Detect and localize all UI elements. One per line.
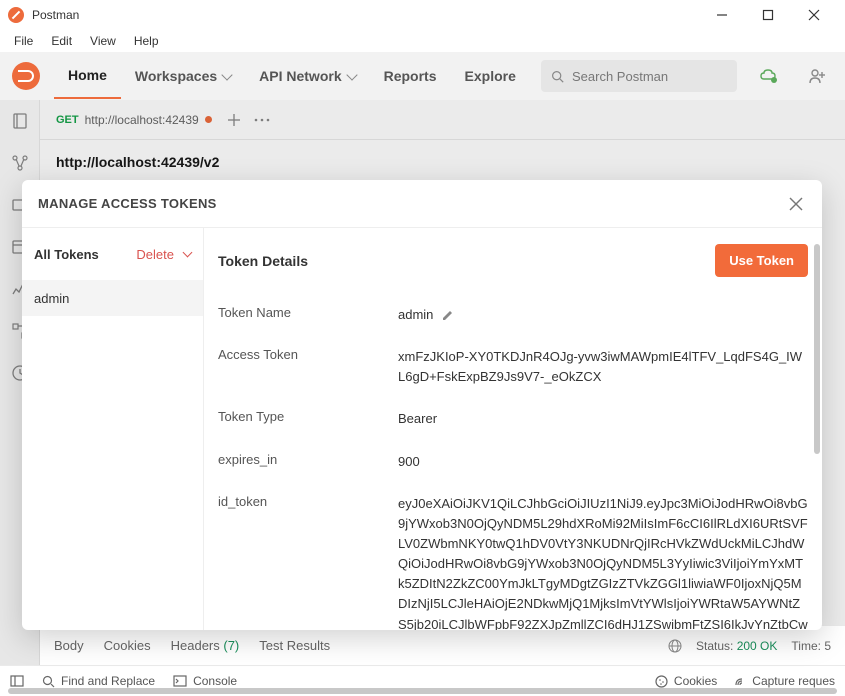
close-icon bbox=[789, 197, 803, 211]
id-token-row: id_token eyJ0eXAiOiJKV1QiLCJhbGciOiJIUzI… bbox=[218, 494, 808, 630]
all-tokens-label: All Tokens bbox=[34, 247, 99, 262]
menubar: File Edit View Help bbox=[0, 30, 845, 52]
expires-in-row: expires_in 900 bbox=[218, 452, 808, 472]
nav-explore[interactable]: Explore bbox=[451, 54, 530, 98]
expires-in-value: 900 bbox=[398, 452, 808, 472]
person-add-icon bbox=[808, 67, 826, 85]
titlebar: Postman bbox=[0, 0, 845, 30]
top-nav: Home Workspaces API Network Reports Expl… bbox=[0, 52, 845, 100]
delete-dropdown[interactable]: Delete bbox=[136, 247, 191, 262]
access-token-value: xmFzJKIoP-XY0TKDJnR4OJg-yvw3iwMAWpmIE4lT… bbox=[398, 347, 808, 387]
globe-icon bbox=[668, 639, 682, 653]
menu-help[interactable]: Help bbox=[126, 31, 167, 51]
postman-logo[interactable] bbox=[12, 62, 40, 90]
modal-main: Token Details Use Token Token Name admin… bbox=[204, 228, 822, 630]
app-icon bbox=[8, 7, 24, 23]
horizontal-scrollbar[interactable] bbox=[8, 688, 837, 694]
status-label: Status: 200 OK bbox=[696, 639, 777, 653]
cookies-button[interactable]: Cookies bbox=[655, 674, 717, 688]
capture-button[interactable]: Capture reques bbox=[733, 674, 835, 688]
manage-tokens-modal: MANAGE ACCESS TOKENS All Tokens Delete a… bbox=[22, 180, 822, 630]
sidebar-toggle[interactable] bbox=[10, 674, 24, 688]
token-list-item[interactable]: admin bbox=[22, 280, 203, 316]
resp-tab-tests[interactable]: Test Results bbox=[259, 638, 330, 653]
maximize-button[interactable] bbox=[745, 0, 791, 30]
time-label: Time: 5 bbox=[791, 639, 831, 653]
find-replace-button[interactable]: Find and Replace bbox=[42, 674, 155, 688]
nav-api-network-label: API Network bbox=[259, 68, 341, 84]
token-name-label: Token Name bbox=[218, 305, 398, 320]
search-icon bbox=[551, 70, 564, 83]
nav-reports[interactable]: Reports bbox=[370, 54, 451, 98]
search-input[interactable]: Search Postman bbox=[541, 60, 737, 92]
search-icon bbox=[42, 675, 55, 688]
modal-close-button[interactable] bbox=[786, 194, 806, 214]
expires-in-label: expires_in bbox=[218, 452, 398, 467]
details-title: Token Details bbox=[218, 253, 308, 269]
chevron-down-icon bbox=[183, 248, 193, 258]
menu-edit[interactable]: Edit bbox=[43, 31, 80, 51]
edit-icon[interactable] bbox=[441, 309, 454, 322]
chevron-down-icon bbox=[221, 69, 232, 80]
panel-icon bbox=[10, 674, 24, 688]
scrollbar[interactable] bbox=[814, 244, 820, 454]
close-button[interactable] bbox=[791, 0, 837, 30]
modal-title: MANAGE ACCESS TOKENS bbox=[38, 196, 217, 211]
modal-sidebar: All Tokens Delete admin bbox=[22, 228, 204, 630]
menu-view[interactable]: View bbox=[82, 31, 124, 51]
modal-header: MANAGE ACCESS TOKENS bbox=[22, 180, 822, 228]
resp-tab-body[interactable]: Body bbox=[54, 638, 84, 653]
resp-tab-cookies[interactable]: Cookies bbox=[104, 638, 151, 653]
console-button[interactable]: Console bbox=[173, 674, 237, 688]
satellite-icon bbox=[733, 675, 746, 688]
token-type-value: Bearer bbox=[398, 409, 808, 429]
cookie-icon bbox=[655, 675, 668, 688]
id-token-label: id_token bbox=[218, 494, 398, 509]
token-type-row: Token Type Bearer bbox=[218, 409, 808, 429]
nav-api-network[interactable]: API Network bbox=[245, 54, 369, 98]
nav-workspaces[interactable]: Workspaces bbox=[121, 54, 245, 98]
response-tabs: Body Cookies Headers (7) Test Results St… bbox=[40, 625, 845, 665]
nav-workspaces-label: Workspaces bbox=[135, 68, 217, 84]
token-type-label: Token Type bbox=[218, 409, 398, 424]
minimize-button[interactable] bbox=[699, 0, 745, 30]
id-token-value: eyJ0eXAiOiJKV1QiLCJhbGciOiJIUzI1NiJ9.eyJ… bbox=[398, 494, 808, 630]
token-name-row: Token Name admin bbox=[218, 305, 808, 325]
nav-home[interactable]: Home bbox=[54, 53, 121, 99]
sync-button[interactable] bbox=[753, 60, 785, 92]
menu-file[interactable]: File bbox=[6, 31, 41, 51]
search-placeholder: Search Postman bbox=[572, 69, 668, 84]
console-icon bbox=[173, 675, 187, 687]
window-title: Postman bbox=[32, 8, 79, 22]
token-name-value: admin bbox=[398, 305, 433, 325]
resp-tab-headers[interactable]: Headers (7) bbox=[171, 638, 240, 653]
access-token-label: Access Token bbox=[218, 347, 398, 362]
invite-button[interactable] bbox=[801, 60, 833, 92]
access-token-row: Access Token xmFzJKIoP-XY0TKDJnR4OJg-yvw… bbox=[218, 347, 808, 387]
chevron-down-icon bbox=[346, 69, 357, 80]
cloud-icon bbox=[759, 68, 779, 84]
use-token-button[interactable]: Use Token bbox=[715, 244, 808, 277]
